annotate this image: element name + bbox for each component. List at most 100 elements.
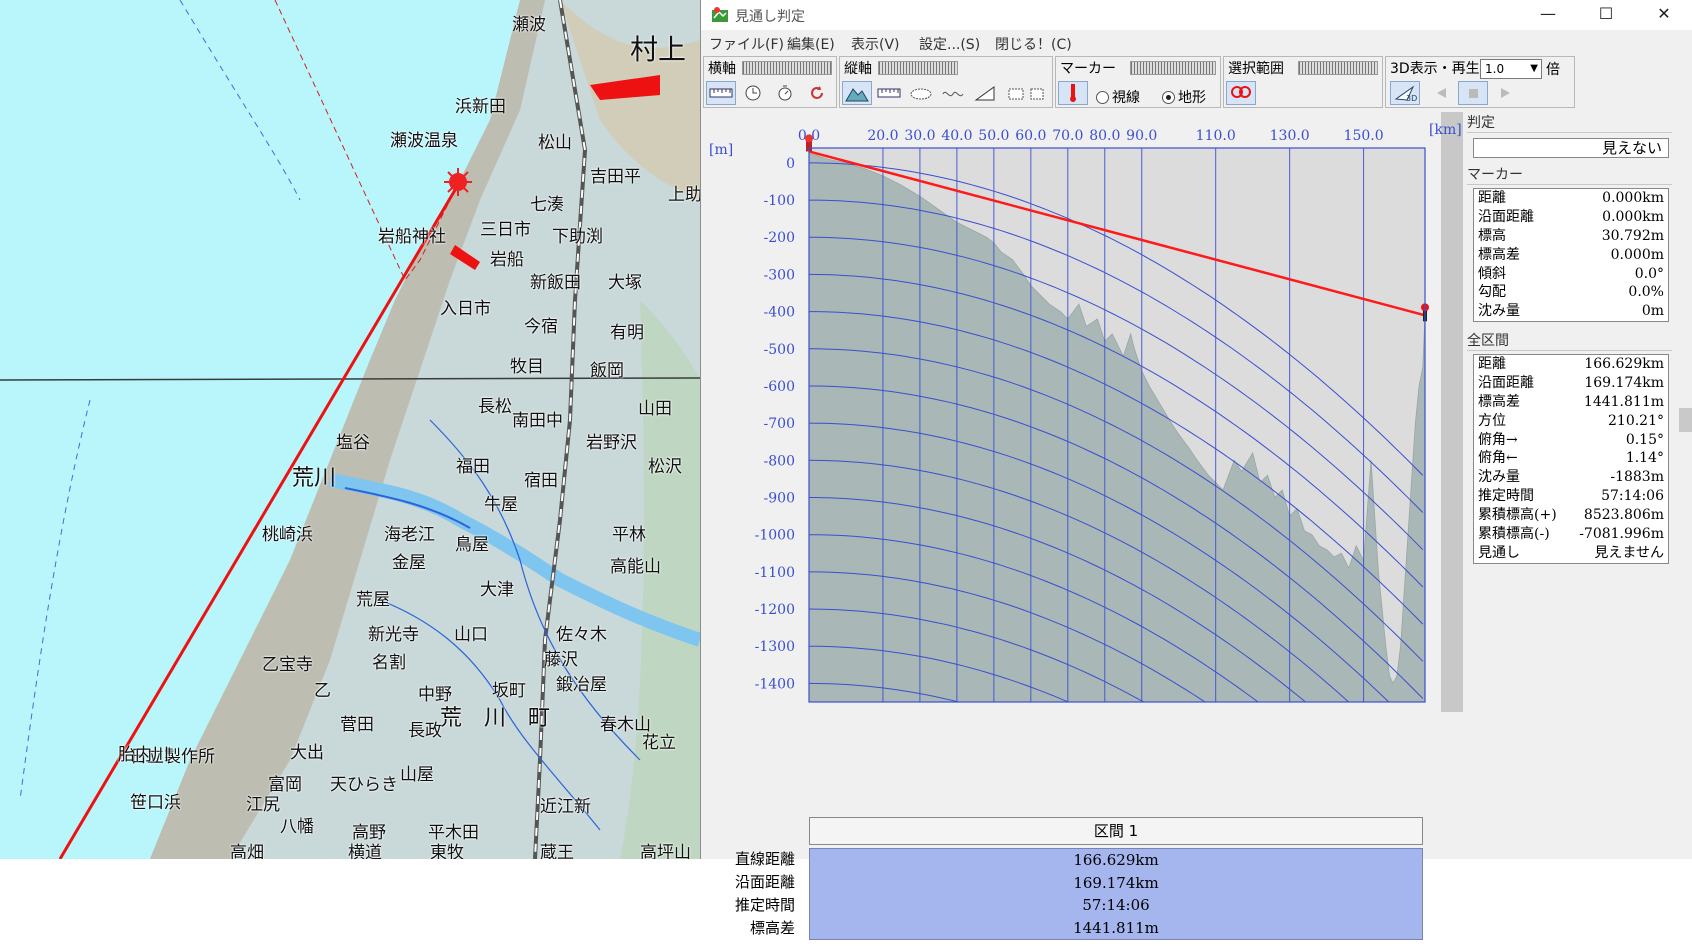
segment-summary: 区間 1 直線距離 沿面距離 推定時間 標高差 166.629km 169.17… <box>701 817 1463 947</box>
map-place-label: 大津 <box>480 580 514 600</box>
cloud-button[interactable] <box>906 81 936 105</box>
menu-settings[interactable]: 設定...(S) <box>919 34 980 54</box>
marker-key: 標高差 <box>1478 246 1520 263</box>
map-place-label: 高坪山 <box>640 843 691 859</box>
stopwatch-icon <box>778 85 792 101</box>
maximize-button[interactable]: ☐ <box>1577 0 1635 30</box>
total-value: -1883m <box>1610 469 1664 486</box>
timer-button[interactable] <box>770 81 800 105</box>
map-place-label: 岩野沢 <box>586 433 637 453</box>
y-tick-label: -100 <box>764 193 795 209</box>
total-value: 1.14° <box>1625 450 1664 467</box>
radio-terrain[interactable]: 地形 <box>1162 87 1206 107</box>
toolbar-gripper[interactable] <box>1298 61 1378 75</box>
cloud-icon <box>910 88 932 100</box>
stop-button[interactable] <box>1458 81 1488 105</box>
x-tick-label: 90.0 <box>1126 128 1157 144</box>
total-value: 57:14:06 <box>1601 488 1664 505</box>
wave-button[interactable] <box>938 81 968 105</box>
mountain-icon <box>845 88 869 102</box>
x-tick-label: 40.0 <box>941 128 972 144</box>
total-row: 距離 166.629km <box>1474 355 1668 374</box>
radio-dot[interactable] <box>1096 90 1109 104</box>
map-place-label: 高畑 <box>230 843 264 859</box>
map-place-label: 山屋 <box>400 765 434 785</box>
slope-button[interactable] <box>970 81 1000 105</box>
menu-close[interactable]: 閉じる！(C) <box>995 34 1072 54</box>
map-place-label: 村上 <box>630 33 687 66</box>
marker-label: マーカー <box>1060 61 1116 77</box>
map-place-label: 荒 川 町 <box>440 706 551 731</box>
x-tick-label: 30.0 <box>904 128 935 144</box>
map-place-label: 横道 <box>348 843 382 859</box>
toolbar-gripper[interactable] <box>742 61 832 75</box>
radio-sightline[interactable]: 視線 <box>1096 87 1140 107</box>
menu-edit[interactable]: 編集(E) <box>787 34 835 54</box>
total-key: 見通し <box>1478 544 1520 561</box>
segment-header[interactable]: 区間 1 <box>809 817 1423 845</box>
menu-file[interactable]: ファイル(F) <box>709 34 784 54</box>
marker-toolbar: マーカー 視線 地形 <box>1055 56 1221 108</box>
reset-button[interactable] <box>802 81 832 105</box>
x-tick-label: 150.0 <box>1344 128 1384 144</box>
terrain-profile-button[interactable] <box>842 81 872 105</box>
clock-button[interactable] <box>738 81 768 105</box>
marker-row: 沈み量 0m <box>1474 302 1668 321</box>
chart-svg[interactable]: 0.020.030.040.050.060.070.080.090.0110.0… <box>701 112 1463 712</box>
view-3d-button[interactable]: 3D <box>1390 81 1420 105</box>
topographic-map[interactable]: 村上 瀬波 浜新田 瀬波温泉 松山 吉田平 上助 七湊 三日市 下助渕 岩船 岩船神社 新飯田 大塚 入日市… <box>0 0 700 859</box>
map-place-label: 東牧 <box>430 843 464 859</box>
map-place-label: 笹口浜 <box>130 793 181 813</box>
play-back-button[interactable] <box>1426 81 1456 105</box>
map-place-label: 山田 <box>638 399 672 419</box>
total-key: 距離 <box>1478 356 1506 372</box>
close-button[interactable]: ✕ <box>1635 0 1692 30</box>
minimize-button[interactable]: — <box>1519 0 1577 30</box>
map-place-label: 長政 <box>408 721 442 741</box>
map-place-label: 海老江 <box>384 525 435 545</box>
scrollbar-thumb[interactable] <box>1679 408 1692 432</box>
map-place-label: 桃崎浜 <box>262 525 313 545</box>
marker-row: 傾斜 0.0° <box>1474 265 1668 284</box>
total-section-title: 全区間 <box>1467 330 1672 351</box>
slope-icon <box>974 86 995 101</box>
y-tick-label: -1000 <box>755 528 795 544</box>
x-tick-label: 80.0 <box>1089 128 1120 144</box>
horizontal-axis-toolbar: 横軸 <box>703 56 837 108</box>
elevation-profile-chart[interactable]: 0.020.030.040.050.060.070.080.090.0110.0… <box>701 112 1463 940</box>
x-tick-label: 60.0 <box>1015 128 1046 144</box>
radio-dot[interactable] <box>1162 90 1175 104</box>
toolbar-gripper[interactable] <box>1130 61 1216 75</box>
info-panel: 判定 見えない マーカー 距離 0.000km 沿面距離 0.000km 標高 30.79… <box>1463 108 1692 859</box>
x-tick-label: 20.0 <box>867 128 898 144</box>
x-tick-label: 70.0 <box>1052 128 1083 144</box>
range-markers-button[interactable] <box>1226 81 1256 105</box>
map-place-label: 瀬波温泉 <box>390 131 458 151</box>
toolbar-gripper[interactable] <box>878 61 958 75</box>
play-icon <box>1501 88 1510 98</box>
title-bar[interactable]: 見通し判定 — ☐ ✕ <box>701 0 1692 30</box>
y-tick-label: -1200 <box>755 602 795 618</box>
segment-values: 166.629km 169.174km 57:14:06 1441.811m <box>809 848 1423 940</box>
map-place-label: 近江新 <box>540 797 591 817</box>
marker-offset-button[interactable] <box>1024 81 1052 105</box>
marker-pin-button[interactable] <box>1058 81 1088 105</box>
chevron-down-icon: ▼ <box>1530 63 1538 74</box>
zoom-select[interactable]: 1.0 ▼ <box>1480 59 1542 79</box>
axis-ruler-button[interactable] <box>706 81 736 105</box>
playback-3d-toolbar: 3D表示・再生 1.0 ▼ 倍 3D <box>1385 56 1575 108</box>
ruler-icon <box>877 88 901 98</box>
play-forward-button[interactable] <box>1490 81 1520 105</box>
marker-key: 距離 <box>1478 190 1506 206</box>
map-place-label: 今宿 <box>524 317 558 337</box>
vertical-ruler-button[interactable] <box>874 81 904 105</box>
window-title: 見通し判定 <box>735 9 805 25</box>
total-key: 沿面距離 <box>1478 374 1534 391</box>
elevation-diff-value: 1441.811m <box>1073 918 1159 937</box>
marker-value: 0.000km <box>1602 190 1664 206</box>
surface-distance-label: 沿面距離 <box>734 873 795 891</box>
map-place-label: 松沢 <box>648 457 682 477</box>
y-tick-label: -900 <box>764 491 795 507</box>
menu-view[interactable]: 表示(V) <box>851 34 900 54</box>
range-marker-icon <box>1231 86 1251 98</box>
